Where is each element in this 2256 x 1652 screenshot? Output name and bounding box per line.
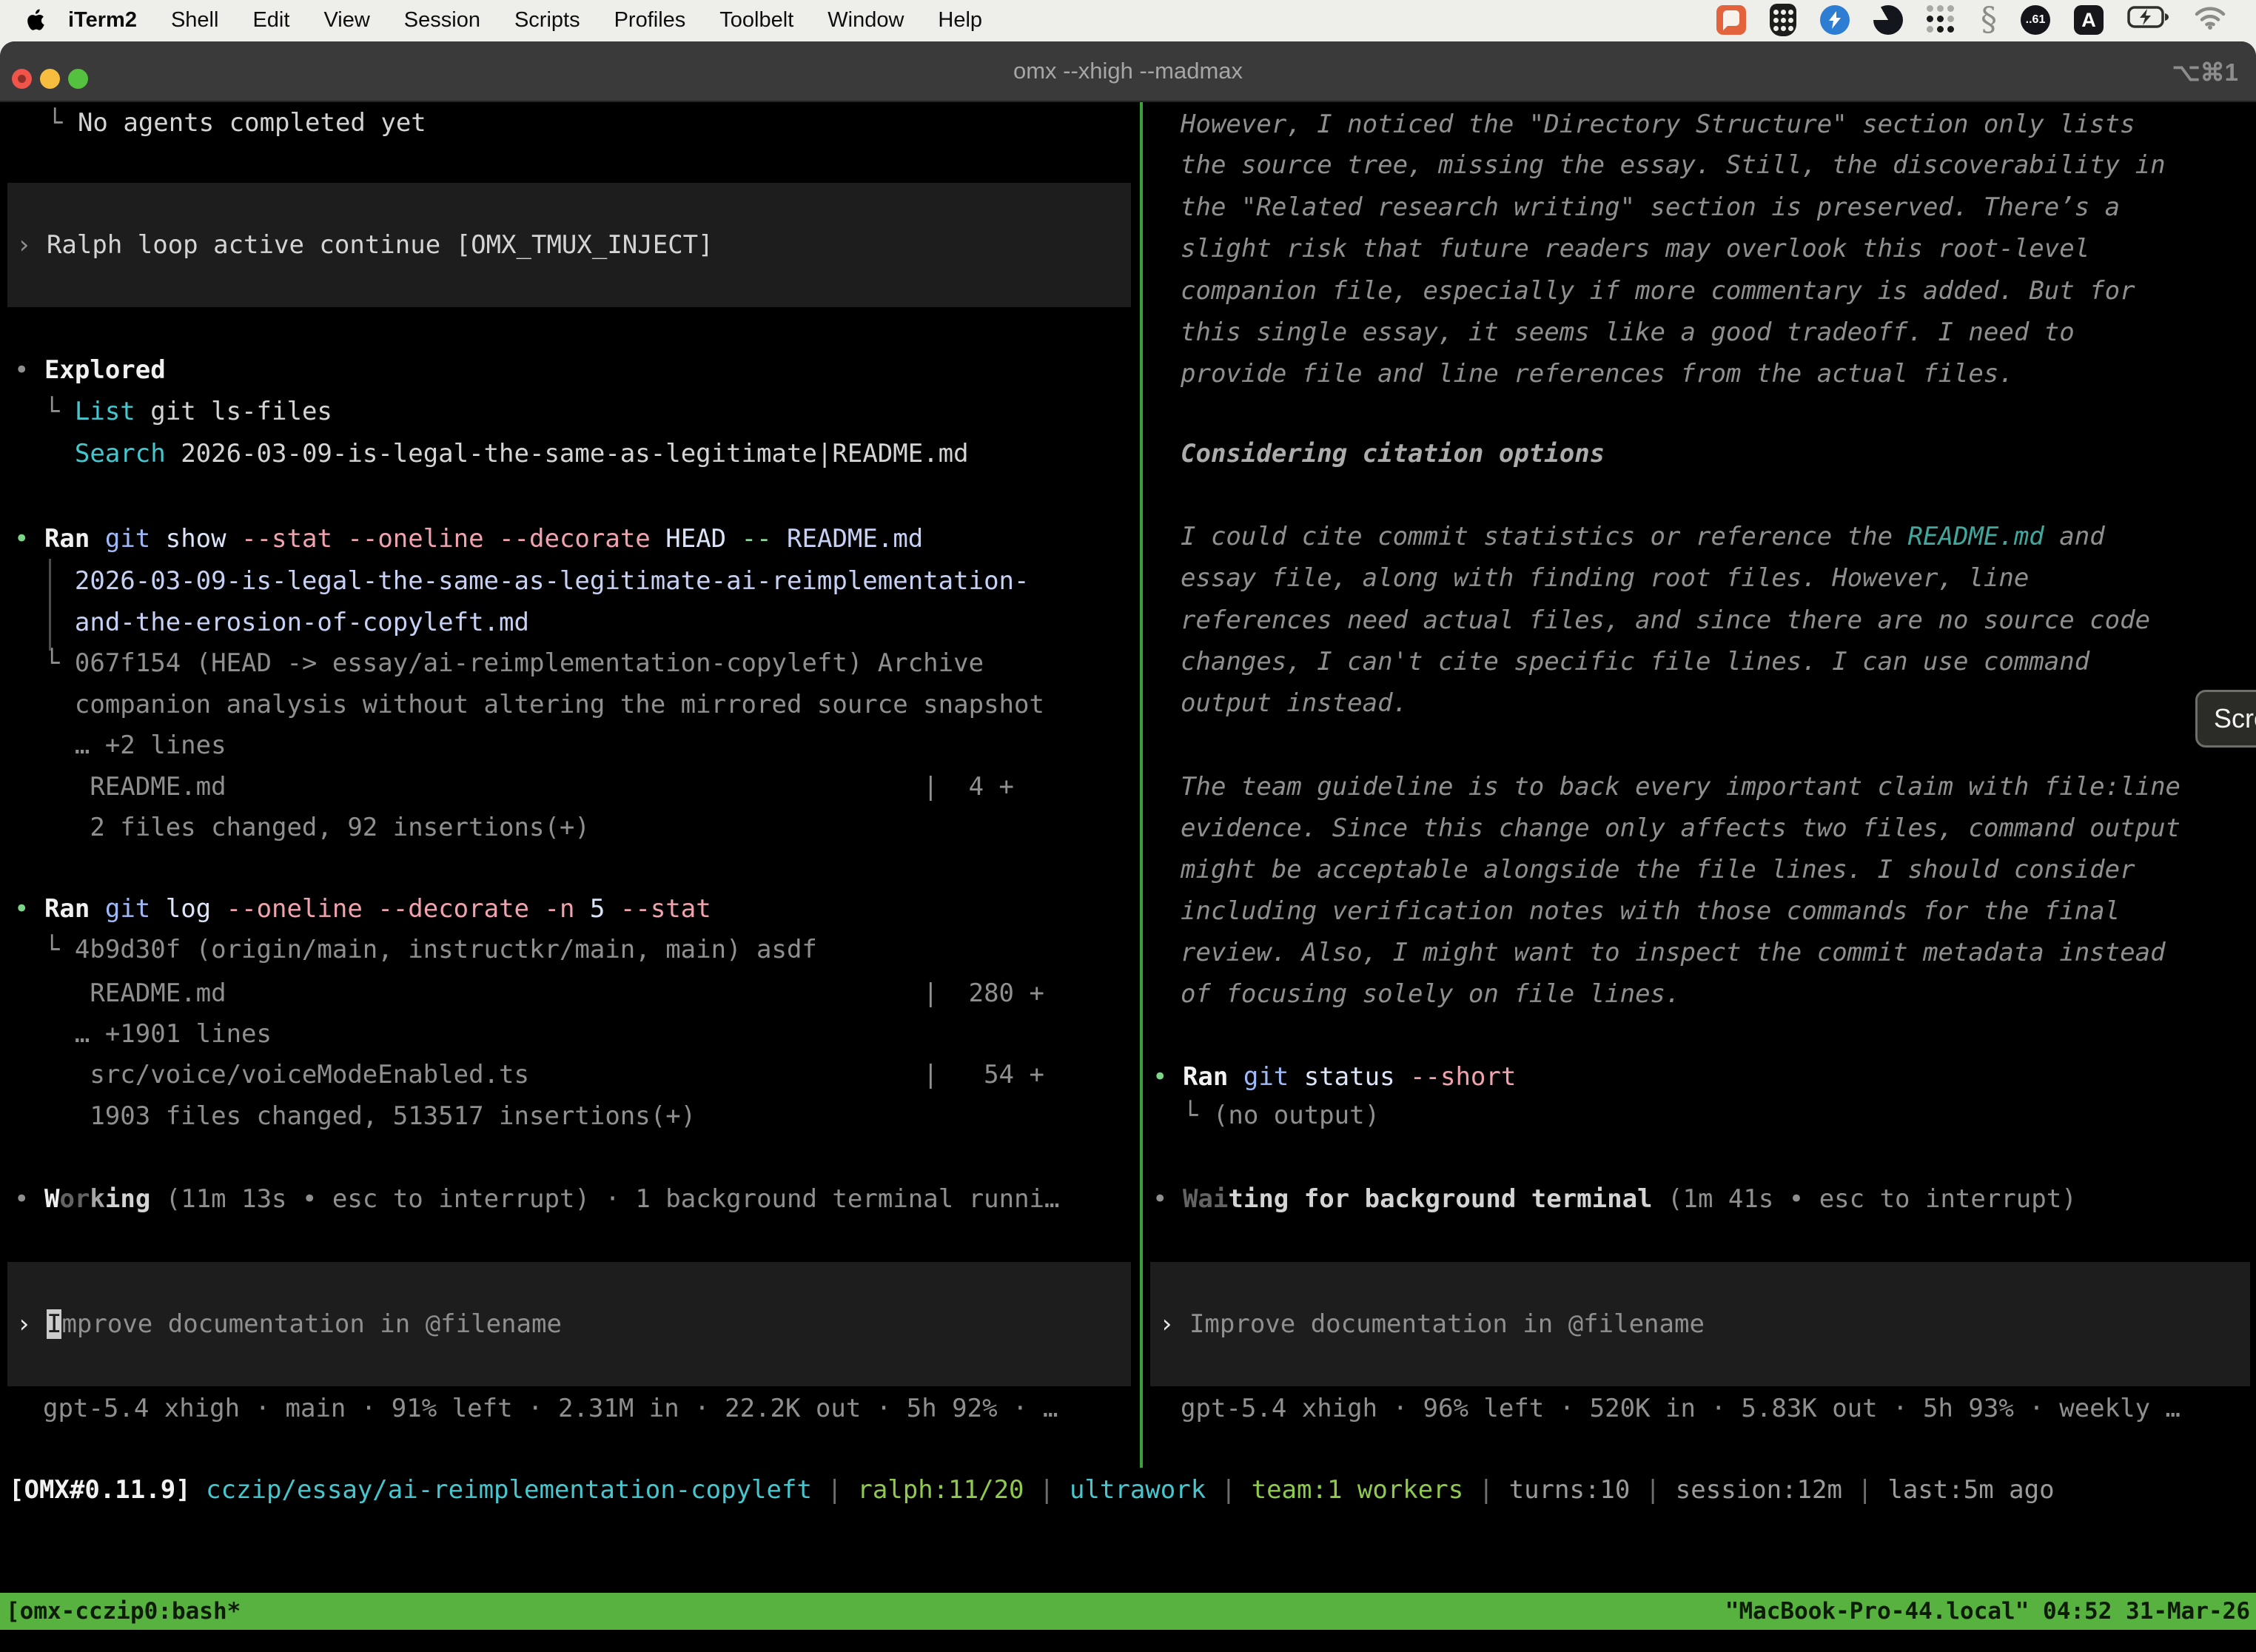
prompt-input-right[interactable]: › Improve documentation in @filename [1150, 1262, 2250, 1386]
git-status-no-output: └ (no output) [1152, 1095, 1380, 1136]
ran-git-status-line: • Ran git status --short [1152, 1056, 1516, 1098]
reasoning-line: review. Also, I might want to inspect th… [1181, 932, 2166, 973]
pac-badge-icon[interactable] [1873, 5, 1903, 35]
omx-status-line: [OMX#0.11.9] cczip/essay/ai-reimplementa… [9, 1469, 2055, 1511]
agents-completed-line: └ No agents completed yet [47, 102, 426, 144]
working-status-line: • Working (11m 13s • esc to interrupt) ·… [14, 1178, 1059, 1220]
reasoning-line: provide file and line references from th… [1181, 353, 2014, 394]
reasoning-line: The team guideline is to back every impo… [1181, 766, 2181, 807]
apple-menu-icon[interactable] [25, 9, 44, 31]
a-square-icon[interactable]: A [2074, 5, 2104, 35]
prompt-text-ralph: › Ralph loop active continue [OMX_TMUX_I… [7, 224, 714, 266]
git-show-file-line-1: 2026-03-09-is-legal-the-same-as-legitima… [14, 560, 1029, 602]
reasoning-line: essay file, along with finding root file… [1181, 557, 2029, 599]
explored-search-line: Search 2026-03-09-is-legal-the-same-as-l… [14, 433, 969, 474]
reasoning-line: references need actual files, and since … [1181, 600, 2150, 641]
menu-bar-status-icons: § ..61 A [1716, 4, 2256, 36]
dots-grid-icon[interactable] [1927, 5, 1957, 36]
battery-icon[interactable] [2127, 6, 2170, 34]
model-status-right: gpt-5.4 xhigh · 96% left · 520K in · 5.8… [1181, 1388, 2181, 1429]
reasoning-line: companion file, especially if more comme… [1181, 270, 2135, 312]
wifi-icon[interactable] [2194, 4, 2226, 36]
reasoning-line: this single essay, it seems like a good … [1181, 312, 2075, 353]
reasoning-line: including verification notes with those … [1181, 890, 2120, 932]
squiggle-icon[interactable]: § [1981, 5, 1997, 35]
reasoning-line: of focusing solely on file lines. [1181, 973, 1681, 1015]
reasoning-line: evidence. Since this change only affects… [1181, 807, 2181, 849]
menu-item-window[interactable]: Window [810, 8, 921, 33]
iterm2-window: omx --xhigh --madmax ⌥⌘1 └ No agents com… [0, 41, 2256, 1652]
ran-git-show-line: • Ran git show --stat --oneline --decora… [14, 518, 923, 560]
git-log-commit-line: └ 4b9d30f (origin/main, instructkr/main,… [14, 929, 817, 970]
terminal-content: └ No agents completed yet › Ralph loop a… [0, 102, 2256, 1652]
reasoning-line: I could cite commit statistics or refere… [1181, 516, 2105, 557]
git-log-more-lines: … +1901 lines [14, 1013, 272, 1055]
percent-badge-icon[interactable]: ..61 [2021, 5, 2050, 35]
menu-item-profiles[interactable]: Profiles [597, 8, 703, 33]
menu-item-shell[interactable]: Shell [154, 8, 236, 33]
tmux-status-bar: [omx-cczip0:bash* "MacBook-Pro-44.local"… [0, 1593, 2256, 1630]
bolt-badge-icon[interactable] [1820, 5, 1850, 35]
reasoning-line: the "Related research writing" section i… [1181, 187, 2120, 228]
window-title: omx --xhigh --madmax [0, 41, 2256, 101]
reasoning-line: might be acceptable alongside the file l… [1181, 849, 2135, 890]
messages-icon[interactable] [1716, 5, 1746, 35]
git-log-stat-readme: README.md | 280 + [14, 973, 1044, 1014]
prompt-placeholder-left: › Improve documentation in @filename [7, 1303, 562, 1345]
waiting-status-line: • Waiting for background terminal (1m 41… [1152, 1178, 2077, 1220]
window-shortcut-badge: ⌥⌘1 [2172, 41, 2238, 102]
keypad-shield-icon[interactable] [1770, 4, 1796, 36]
reasoning-line: the source tree, missing the essay. Stil… [1181, 144, 2166, 186]
reasoning-line: output instead. [1181, 682, 1408, 724]
window-titlebar: omx --xhigh --madmax ⌥⌘1 [0, 41, 2256, 102]
menu-bar: iTerm2 Shell Edit View Session Scripts P… [0, 0, 2256, 40]
git-show-stat-readme: README.md | 4 + [14, 766, 1014, 807]
ran-git-log-line: • Ran git log --oneline --decorate -n 5 … [14, 888, 711, 930]
tmux-host-time-label: "MacBook-Pro-44.local" 04:52 31-Mar-26 [1725, 1598, 2250, 1625]
menu-item-scripts[interactable]: Scripts [497, 8, 597, 33]
prompt-input-left[interactable]: › Improve documentation in @filename [7, 1262, 1131, 1386]
menu-item-iterm2[interactable]: iTerm2 [55, 8, 154, 33]
menu-item-view[interactable]: View [306, 8, 386, 33]
git-show-more-lines: … +2 lines [14, 725, 226, 766]
explored-header-line: • Explored [14, 349, 166, 391]
menu-item-help[interactable]: Help [921, 8, 999, 33]
menu-item-session[interactable]: Session [387, 8, 497, 33]
git-show-commit-line: └ 067f154 (HEAD -> essay/ai-reimplementa… [14, 642, 984, 684]
git-show-commit-line-2: companion analysis without altering the … [14, 684, 1044, 725]
prompt-placeholder-right: › Improve documentation in @filename [1150, 1303, 1705, 1345]
reasoning-line: slight risk that future readers may over… [1181, 228, 2089, 269]
pane-divider[interactable] [1140, 102, 1143, 1468]
git-log-summary: 1903 files changed, 513517 insertions(+) [14, 1095, 696, 1137]
menu-item-toolbelt[interactable]: Toolbelt [702, 8, 810, 33]
model-status-left: gpt-5.4 xhigh · main · 91% left · 2.31M … [43, 1388, 1058, 1429]
prompt-box-ralph[interactable]: › Ralph loop active continue [OMX_TMUX_I… [7, 183, 1131, 307]
explored-list-line: └ List git ls-files [14, 391, 332, 432]
menu-item-edit[interactable]: Edit [235, 8, 306, 33]
reasoning-line: However, I noticed the "Directory Struct… [1181, 104, 2135, 145]
reasoning-line: changes, I can't cite specific file line… [1181, 641, 2089, 682]
screen-indicator-overlay[interactable]: Scre [2195, 690, 2256, 748]
tmux-session-label: [omx-cczip0:bash* [6, 1598, 241, 1625]
reasoning-heading: Considering citation options [1181, 433, 1605, 474]
git-show-file-line-2: and-the-erosion-of-copyleft.md [14, 602, 529, 643]
git-log-stat-voice: src/voice/voiceModeEnabled.ts | 54 + [14, 1054, 1044, 1095]
git-show-summary: 2 files changed, 92 insertions(+) [14, 807, 590, 848]
